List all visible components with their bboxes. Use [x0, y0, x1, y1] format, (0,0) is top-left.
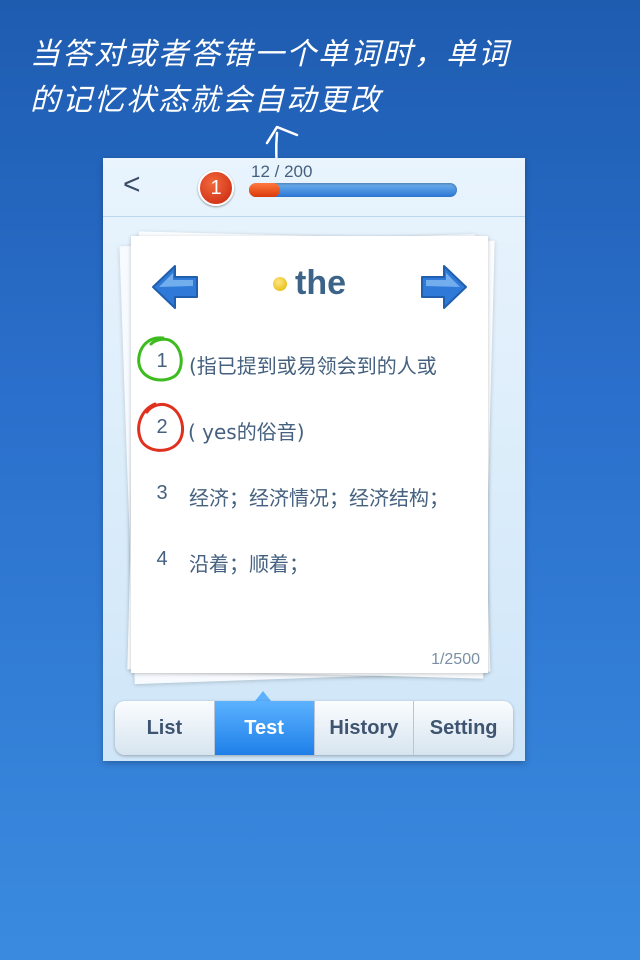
app-window: < 1 12 / 200 the 1 (指已提到或易领会到的人或 2 (yes…: [103, 158, 525, 761]
tab-bar: List Test History Setting: [115, 701, 513, 755]
progress-label: 12 / 200: [251, 162, 313, 181]
arrow-right-icon[interactable]: [416, 262, 470, 312]
definition-number: 4: [156, 548, 168, 570]
top-bar: < 1 12 / 200: [103, 158, 525, 217]
tab-list[interactable]: List: [115, 701, 215, 755]
word-text: the: [295, 264, 346, 302]
correct-circle-mark: [137, 336, 183, 382]
memory-status-dot: [273, 276, 287, 291]
definition-text: (指已提到或易领会到的人或: [189, 354, 437, 378]
card-counter: 1/2500: [431, 651, 480, 668]
progress-bar: [249, 183, 457, 197]
tab-test[interactable]: Test: [214, 701, 315, 755]
annotation-line-1: 当答对或者答错一个单词时，单词: [30, 37, 510, 72]
word-card: the 1 (指已提到或易领会到的人或 2 ( yes的俗音) 3 经济；经济情…: [131, 236, 488, 673]
tab-setting[interactable]: Setting: [414, 701, 513, 755]
tab-history[interactable]: History: [315, 701, 415, 755]
definition-text: 沿着；顺着；: [189, 552, 309, 576]
definition-number: 3: [156, 482, 168, 504]
definition-text: ( yes的俗音): [188, 420, 305, 444]
wrong-circle-mark: [137, 402, 185, 452]
annotation-caption: 当答对或者答错一个单词时，单词 的记忆状态就会自动更改: [30, 32, 590, 124]
active-tab-pointer: [255, 691, 271, 701]
step-badge: 1: [198, 170, 234, 206]
definition-option-3[interactable]: 3 经济；经济情况；经济结构；: [131, 474, 488, 514]
progress-fill: [249, 183, 281, 197]
definition-text: 经济；经济情况；经济结构；: [189, 486, 449, 510]
definition-option-4[interactable]: 4 沿着；顺着；: [131, 540, 488, 580]
back-button[interactable]: <: [123, 168, 141, 202]
